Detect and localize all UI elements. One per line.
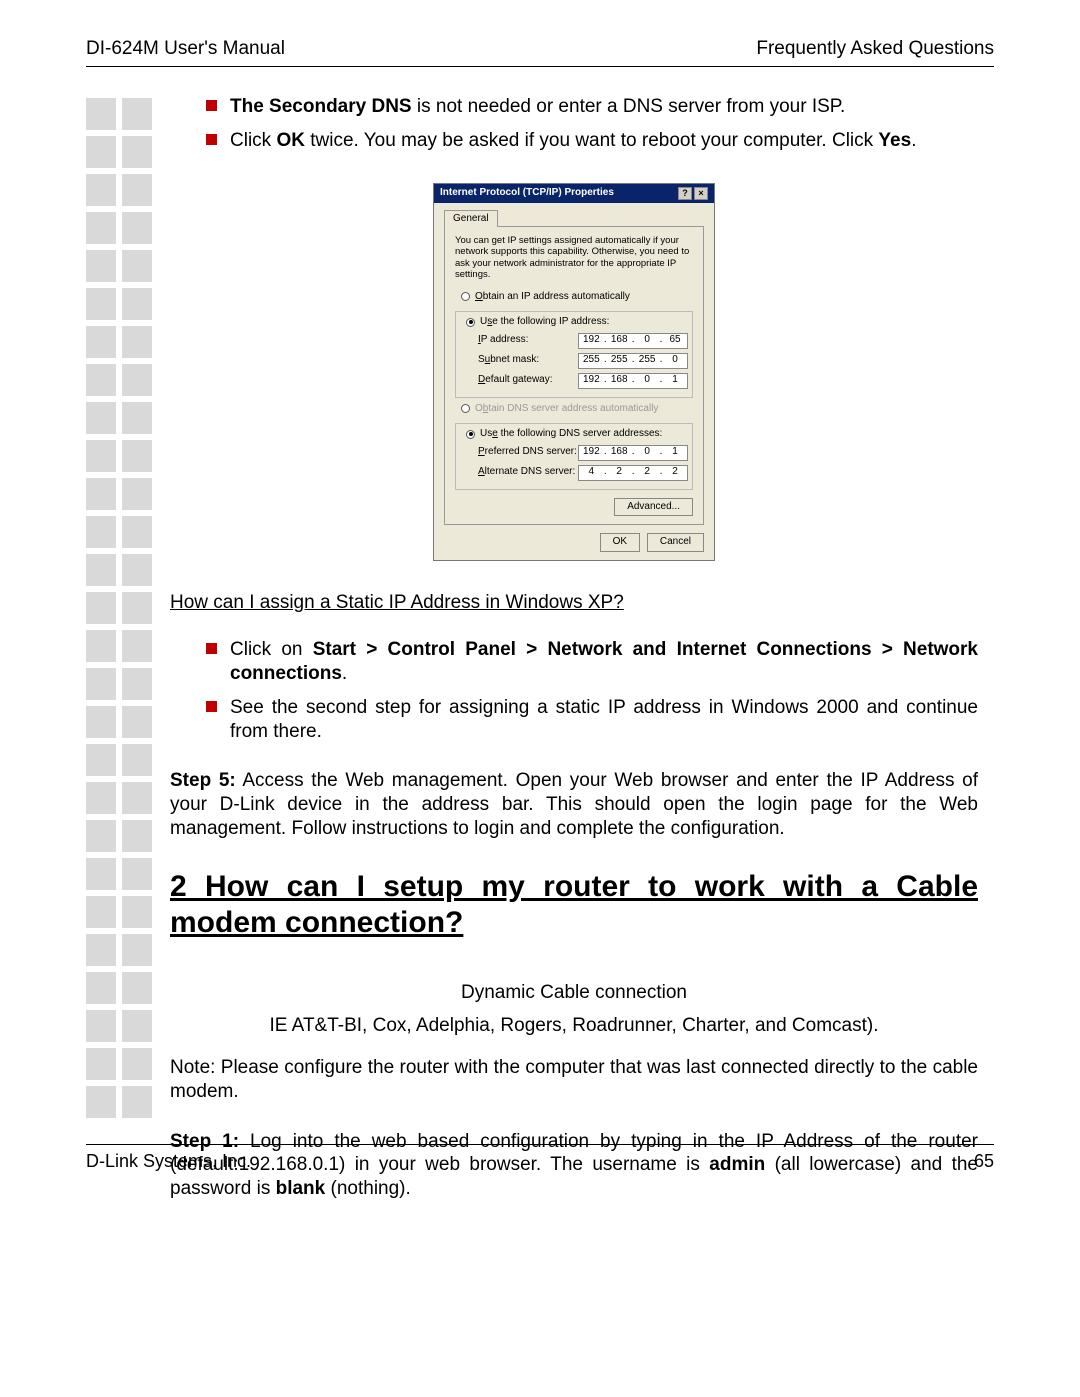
- ok-button[interactable]: OK: [600, 533, 640, 552]
- page-footer: D-Link Systems, Inc. 65: [86, 1144, 994, 1172]
- footer-page-number: 65: [974, 1151, 994, 1172]
- section-heading-2: 2 How can I setup my router to work with…: [170, 869, 978, 941]
- ip-address-row: IP address: 192.168.0.65: [478, 333, 688, 349]
- preferred-dns-row: Preferred DNS server: 192.168.0.1: [478, 445, 688, 461]
- default-gateway-input[interactable]: 192.168.0.1: [578, 373, 688, 389]
- cable-note: Note: Please configure the router with t…: [170, 1056, 978, 1104]
- subnet-mask-input[interactable]: 255.255.255.0: [578, 353, 688, 369]
- radio-use-dns[interactable]: Use the following DNS server addresses:: [466, 428, 688, 441]
- page-header: DI-624M User's Manual Frequently Asked Q…: [86, 38, 994, 67]
- ip-address-input[interactable]: 192.168.0.65: [578, 333, 688, 349]
- step-5: Step 5: Access the Web management. Open …: [170, 769, 978, 840]
- radio-obtain-ip[interactable]: Obtain an IP address automatically: [461, 291, 693, 304]
- header-right: Frequently Asked Questions: [756, 38, 994, 60]
- tcpip-properties-dialog: Internet Protocol (TCP/IP) Properties ? …: [433, 183, 715, 561]
- list-item: Click OK twice. You may be asked if you …: [206, 129, 978, 153]
- list-item: Click on Start > Control Panel > Network…: [206, 638, 978, 686]
- radio-use-ip[interactable]: Use the following IP address:: [466, 316, 688, 329]
- alternate-dns-input[interactable]: 4.2.2.2: [578, 465, 688, 481]
- close-icon[interactable]: ×: [694, 187, 708, 200]
- subnet-mask-row: Subnet mask: 255.255.255.0: [478, 353, 688, 369]
- list-item: See the second step for assigning a stat…: [206, 696, 978, 744]
- question-xp: How can I assign a Static IP Address in …: [170, 591, 978, 615]
- alternate-dns-row: Alternate DNS server: 4.2.2.2: [478, 465, 688, 481]
- header-left: DI-624M User's Manual: [86, 38, 285, 60]
- advanced-button[interactable]: Advanced...: [614, 498, 693, 517]
- dialog-titlebar: Internet Protocol (TCP/IP) Properties ? …: [434, 184, 714, 203]
- cable-line1: Dynamic Cable connection: [170, 981, 978, 1005]
- radio-obtain-dns: Obtain DNS server address automatically: [461, 403, 693, 416]
- dialog-description: You can get IP settings assigned automat…: [455, 235, 693, 281]
- default-gateway-row: Default gateway: 192.168.0.1: [478, 373, 688, 389]
- cancel-button[interactable]: Cancel: [647, 533, 704, 552]
- preferred-dns-input[interactable]: 192.168.0.1: [578, 445, 688, 461]
- help-icon[interactable]: ?: [678, 187, 692, 200]
- cable-line2: IE AT&T-BI, Cox, Adelphia, Rogers, Roadr…: [170, 1014, 978, 1038]
- list-item: The Secondary DNS is not needed or enter…: [206, 95, 978, 119]
- dialog-title: Internet Protocol (TCP/IP) Properties: [440, 187, 614, 200]
- footer-left: D-Link Systems, Inc.: [86, 1151, 251, 1172]
- tab-general[interactable]: General: [444, 210, 498, 228]
